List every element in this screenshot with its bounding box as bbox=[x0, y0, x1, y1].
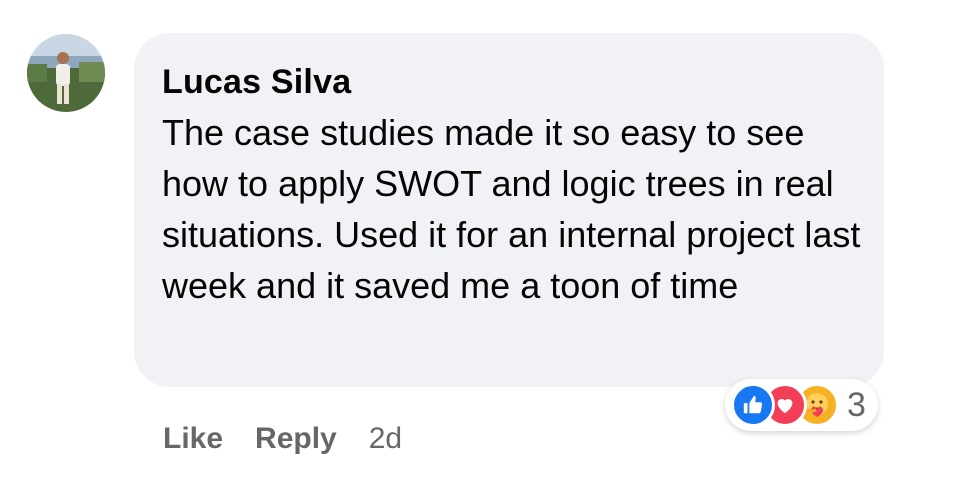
comment-author[interactable]: Lucas Silva bbox=[162, 59, 856, 105]
avatar[interactable] bbox=[27, 34, 105, 112]
comment: Lucas Silva The case studies made it so … bbox=[0, 0, 971, 492]
reactions-summary[interactable]: 3 bbox=[725, 379, 878, 431]
comment-timestamp[interactable]: 2d bbox=[369, 422, 402, 456]
reply-button[interactable]: Reply bbox=[255, 422, 337, 456]
like-icon bbox=[731, 383, 775, 427]
like-button[interactable]: Like bbox=[163, 422, 223, 456]
avatar-photo bbox=[27, 34, 105, 112]
comment-text: The case studies made it so easy to see … bbox=[162, 112, 861, 306]
comment-actions: Like Reply 2d bbox=[163, 422, 402, 456]
reaction-count: 3 bbox=[847, 385, 866, 424]
comment-bubble: Lucas Silva The case studies made it so … bbox=[134, 33, 884, 387]
